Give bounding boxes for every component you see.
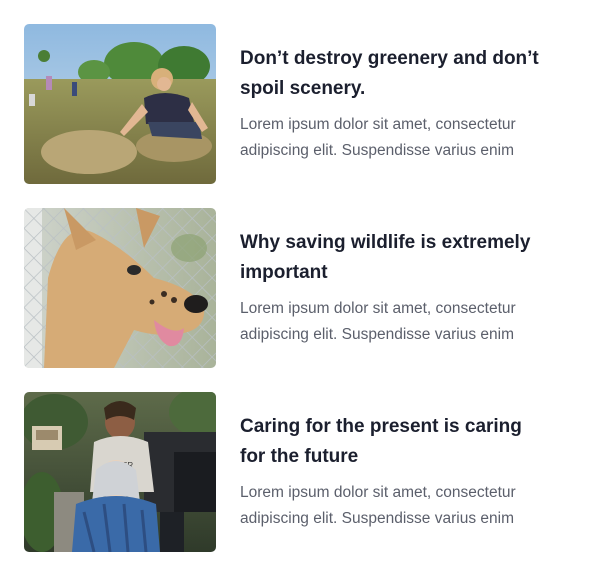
post-thumbnail-dog-at-fence[interactable]: [24, 208, 216, 368]
blog-post-card[interactable]: Why saving wildlife is extremely importa…: [24, 208, 568, 368]
post-thumbnail-volunteers-planting[interactable]: [24, 24, 216, 184]
post-excerpt: Lorem ipsum dolor sit amet, consectetur …: [240, 300, 516, 343]
blog-post-list: Don’t destroy greenery and don’t spoil s…: [24, 24, 568, 552]
post-title[interactable]: Caring for the present is caring for the…: [240, 412, 540, 472]
post-title[interactable]: Don’t destroy greenery and don’t spoil s…: [240, 44, 540, 104]
blog-post-card[interactable]: ER Caring for the present is caring for …: [24, 392, 568, 552]
post-thumbnail-caregiver-wheelchair[interactable]: ER: [24, 392, 216, 552]
post-content: Don’t destroy greenery and don’t spoil s…: [240, 24, 540, 184]
blog-post-card[interactable]: Don’t destroy greenery and don’t spoil s…: [24, 24, 568, 184]
post-content: Caring for the present is caring for the…: [240, 392, 540, 552]
post-content: Why saving wildlife is extremely importa…: [240, 208, 540, 368]
post-excerpt: Lorem ipsum dolor sit amet, consectetur …: [240, 116, 516, 159]
post-excerpt: Lorem ipsum dolor sit amet, consectetur …: [240, 484, 516, 527]
post-title[interactable]: Why saving wildlife is extremely importa…: [240, 228, 540, 288]
